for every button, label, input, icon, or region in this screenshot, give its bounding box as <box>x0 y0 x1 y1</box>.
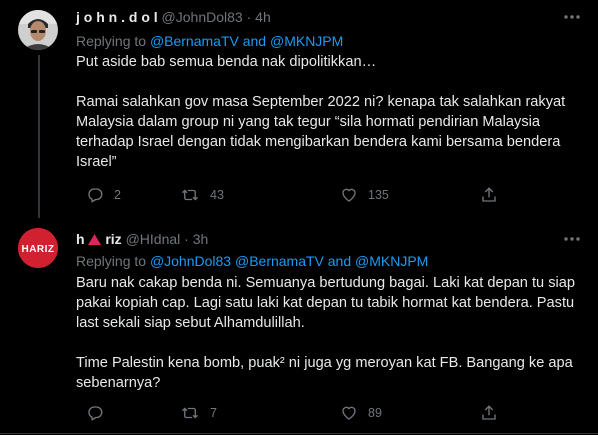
separator-dot: · <box>246 9 252 25</box>
more-icon <box>564 15 580 19</box>
like-button[interactable]: 89 <box>340 404 382 422</box>
tweet-1-text: Put aside bab semua benda nak dipolitikk… <box>76 52 591 172</box>
tweet-1-actions: 2 43 135 <box>76 186 592 204</box>
tweet-paragraph: Time Palestin kena bomb, puak² ni juga y… <box>76 355 573 391</box>
reply-icon <box>88 406 103 421</box>
retweet-icon <box>182 189 198 201</box>
replying-to-link[interactable]: @JohnDol83 @BernamaTV and @MKNJPM <box>150 253 428 269</box>
like-button[interactable]: 135 <box>340 186 389 204</box>
separator-dot: · <box>184 231 189 247</box>
retweet-icon <box>182 407 198 419</box>
reply-button[interactable]: 2 <box>86 186 121 204</box>
handle[interactable]: @JohnDol83 <box>162 9 243 25</box>
heart-icon <box>342 188 356 202</box>
timestamp[interactable]: 3h <box>193 231 209 247</box>
retweet-count: 7 <box>210 406 217 420</box>
tweet-2-text: Baru nak cakap benda ni. Semuanya bertud… <box>76 273 591 393</box>
timestamp[interactable]: 4h <box>255 9 271 25</box>
like-count: 89 <box>368 406 382 420</box>
retweet-button[interactable]: 43 <box>180 186 224 204</box>
retweet-count: 43 <box>210 188 224 202</box>
heart-icon <box>342 406 356 420</box>
tweet-2-header: h riz @HIdnal · 3h <box>76 230 208 248</box>
share-icon <box>482 405 496 420</box>
tweet-paragraph: Ramai salahkan gov masa September 2022 n… <box>76 94 566 170</box>
display-name-end: riz <box>105 231 122 247</box>
avatar-hariz[interactable]: HARIZ <box>18 228 58 268</box>
tweet-paragraph: Put aside bab semua benda nak dipolitikk… <box>76 54 377 70</box>
tweet-1-header: j o h n . d o l @JohnDol83 · 4h <box>76 8 271 26</box>
svg-text:HARIZ: HARIZ <box>21 244 54 255</box>
share-button[interactable] <box>480 404 498 422</box>
tweet-divider <box>0 433 598 434</box>
display-name[interactable]: j o h n . d o l <box>76 9 158 25</box>
avatar-johndol[interactable] <box>18 10 58 50</box>
thread-connector-line <box>38 55 40 218</box>
display-name-start: h <box>76 231 85 247</box>
avatar-johndol-image <box>18 10 58 50</box>
like-count: 135 <box>368 188 389 202</box>
replying-to: Replying to @JohnDol83 @BernamaTV and @M… <box>76 252 428 270</box>
more-icon <box>564 237 580 241</box>
reply-button[interactable] <box>86 404 114 422</box>
display-name[interactable]: h riz <box>76 231 126 247</box>
tweet-1[interactable]: j o h n . d o l @JohnDol83 · 4h Replying… <box>0 0 598 218</box>
reply-icon <box>88 188 103 203</box>
tweet-2[interactable]: HARIZ h riz @HIdnal · 3h Replying to @Jo… <box>0 222 598 435</box>
more-options-button[interactable] <box>560 230 584 248</box>
replying-to-prefix: Replying to <box>76 253 147 269</box>
handle[interactable]: @HIdnal <box>126 231 181 247</box>
retweet-button[interactable]: 7 <box>180 404 217 422</box>
replying-to-link[interactable]: @BernamaTV and @MKNJPM <box>150 33 343 49</box>
replying-to-prefix: Replying to <box>76 33 147 49</box>
share-icon <box>482 187 496 202</box>
replying-to: Replying to @BernamaTV and @MKNJPM <box>76 32 343 50</box>
red-triangle-icon <box>88 234 102 245</box>
tweet-paragraph: Baru nak cakap benda ni. Semuanya bertud… <box>76 275 575 331</box>
more-options-button[interactable] <box>560 8 584 26</box>
reply-count: 2 <box>114 188 121 202</box>
share-button[interactable] <box>480 186 498 204</box>
hariz-logo-icon: HARIZ <box>18 228 58 268</box>
tweet-2-actions: 7 89 <box>76 404 592 422</box>
